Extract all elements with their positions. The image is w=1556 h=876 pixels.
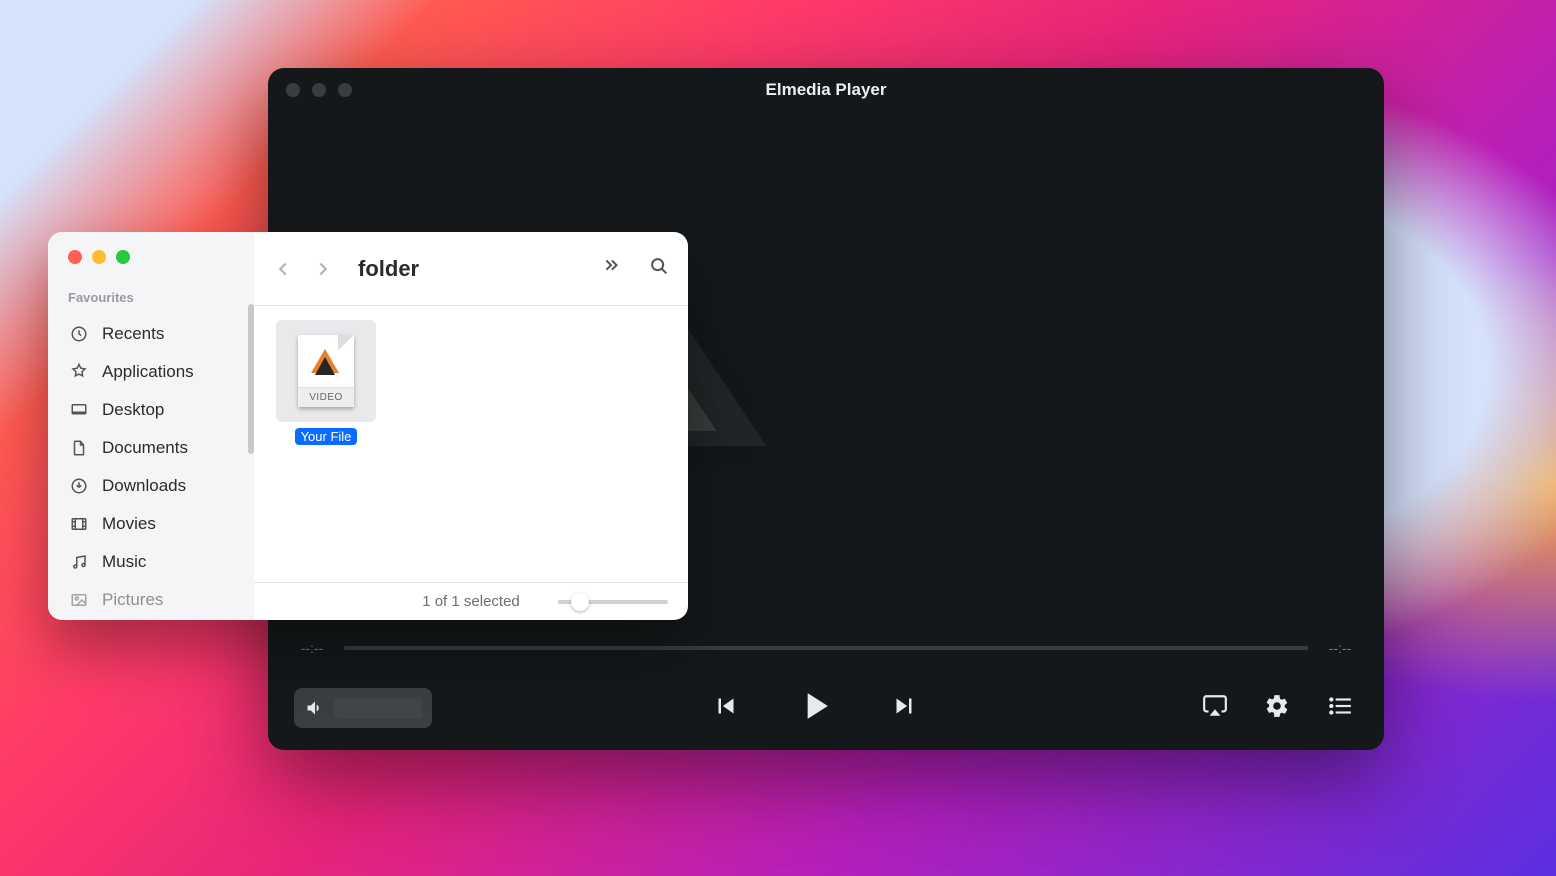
- sidebar-item-desktop[interactable]: Desktop: [68, 391, 242, 429]
- sidebar-item-label: Desktop: [102, 400, 164, 420]
- next-button[interactable]: [885, 687, 923, 728]
- toolbar-overflow-button[interactable]: [600, 255, 622, 282]
- finder-sidebar: Favourites Recents Applications Desktop …: [48, 232, 254, 620]
- time-remaining: --:--: [1322, 640, 1358, 656]
- file-item[interactable]: VIDEO Your File: [276, 320, 376, 446]
- file-type-badge: VIDEO: [298, 387, 354, 407]
- sidebar-item-label: Movies: [102, 514, 156, 534]
- sidebar-item-recents[interactable]: Recents: [68, 315, 242, 353]
- icon-size-slider[interactable]: [558, 600, 668, 604]
- document-icon: [68, 439, 90, 457]
- apps-icon: [68, 363, 90, 381]
- volume-icon: [304, 698, 326, 718]
- movies-icon: [68, 515, 90, 533]
- finder-toolbar: folder: [254, 232, 688, 306]
- forward-button[interactable]: [312, 258, 334, 280]
- pictures-icon: [68, 591, 90, 609]
- finder-window: Favourites Recents Applications Desktop …: [48, 232, 688, 620]
- airplay-button[interactable]: [1198, 689, 1232, 726]
- seek-track[interactable]: [344, 646, 1308, 650]
- slider-knob[interactable]: [571, 593, 589, 611]
- timebar: --:-- --:--: [294, 630, 1358, 666]
- finder-content[interactable]: VIDEO Your File: [254, 306, 688, 582]
- right-controls: [1198, 689, 1358, 726]
- file-name-label: Your File: [295, 428, 358, 445]
- sidebar-item-applications[interactable]: Applications: [68, 353, 242, 391]
- playlist-button[interactable]: [1322, 689, 1358, 726]
- music-icon: [68, 553, 90, 571]
- desktop-icon: [68, 401, 90, 419]
- folder-title: folder: [358, 256, 582, 282]
- sidebar-item-label: Applications: [102, 362, 194, 382]
- player-titlebar: Elmedia Player: [268, 68, 1384, 112]
- sidebar-item-pictures[interactable]: Pictures: [68, 581, 242, 619]
- settings-button[interactable]: [1260, 689, 1294, 726]
- sidebar-item-movies[interactable]: Movies: [68, 505, 242, 543]
- back-button[interactable]: [272, 258, 294, 280]
- sidebar-item-music[interactable]: Music: [68, 543, 242, 581]
- time-elapsed: --:--: [294, 640, 330, 656]
- close-button[interactable]: [68, 250, 82, 264]
- sidebar-item-documents[interactable]: Documents: [68, 429, 242, 467]
- finder-main: folder VIDEO Your File: [254, 232, 688, 620]
- minimize-button[interactable]: [92, 250, 106, 264]
- volume-level[interactable]: [334, 698, 422, 718]
- volume-control[interactable]: [294, 688, 432, 728]
- sidebar-item-downloads[interactable]: Downloads: [68, 467, 242, 505]
- download-icon: [68, 477, 90, 495]
- sidebar-item-label: Downloads: [102, 476, 186, 496]
- search-button[interactable]: [648, 255, 670, 282]
- sidebar-heading: Favourites: [68, 290, 242, 305]
- selection-status: 1 of 1 selected: [422, 593, 520, 610]
- sidebar-item-label: Pictures: [102, 590, 163, 610]
- file-icon: VIDEO: [298, 335, 354, 407]
- play-button[interactable]: [789, 680, 841, 735]
- clock-icon: [68, 325, 90, 343]
- player-controls: --:-- --:--: [268, 630, 1384, 750]
- sidebar-item-label: Documents: [102, 438, 188, 458]
- previous-button[interactable]: [707, 687, 745, 728]
- finder-statusbar: 1 of 1 selected: [254, 582, 688, 620]
- zoom-button[interactable]: [116, 250, 130, 264]
- sidebar-item-label: Recents: [102, 324, 164, 344]
- sidebar-item-label: Music: [102, 552, 146, 572]
- player-title: Elmedia Player: [268, 80, 1384, 100]
- transport-controls: [707, 680, 923, 735]
- file-selection: VIDEO: [276, 320, 376, 422]
